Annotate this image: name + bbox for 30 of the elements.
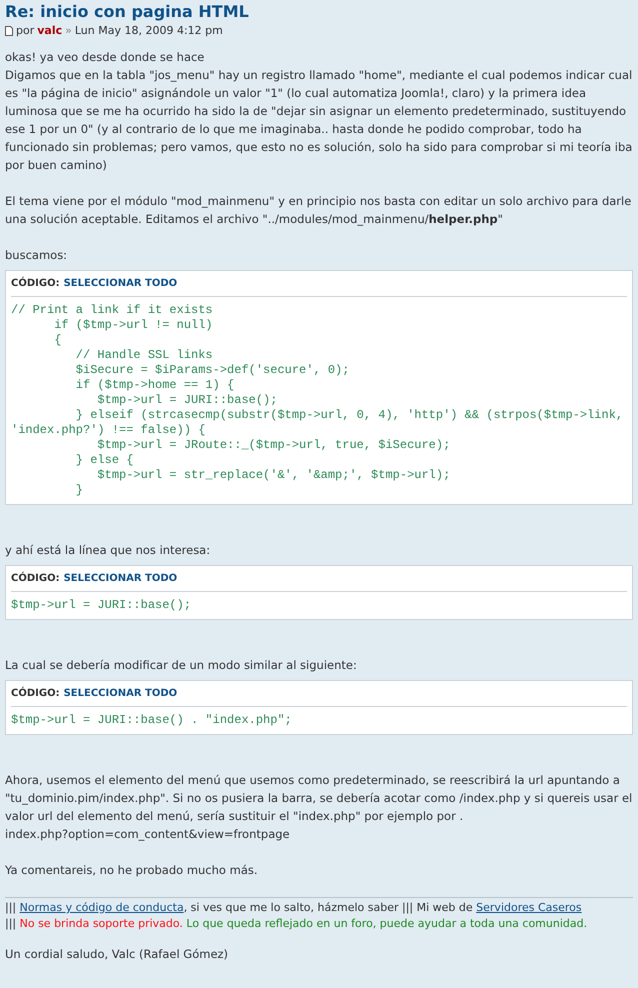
post-paragraph: Ya comentareis, no he probado mucho más. bbox=[5, 862, 259, 879]
signature-text: , si ves que me lo salto, házmelo saber ||| Mi web de bbox=[184, 901, 474, 914]
document-icon bbox=[5, 26, 13, 36]
select-all-link[interactable]: SELECCIONAR TODO bbox=[64, 570, 178, 588]
post-title[interactable]: Re: inicio con pagina HTML bbox=[5, 2, 633, 22]
author-link[interactable]: valc bbox=[37, 23, 62, 39]
signature-text: ||| bbox=[5, 917, 18, 930]
post-paragraph: La cual se debería modificar de un modo similar al siguiente: bbox=[5, 657, 358, 674]
closing-text: Un cordial saludo, Valc (Rafael Gómez) bbox=[5, 946, 230, 962]
code-label: CÓDIGO: bbox=[11, 276, 60, 291]
code-label: CÓDIGO: bbox=[11, 570, 60, 586]
post-paragraph: Ahora, usemos el elemento del menú que usemos como predeterminado, se reescribirá la url apuntando a "tu_dominio.pim/index.php". Si no os pusiera la barra, se debería acotar como /index.php y si quereis usar el valor url del elemento del menú, sería sustituir el "index.php" por ejemplo por . index.php?option=com_content&view=frontpage bbox=[5, 772, 633, 843]
post-paragraph: y ahí está la línea que nos interesa: bbox=[5, 542, 212, 559]
code-text: $tmp->url = JURI::base(); bbox=[11, 598, 192, 613]
note-text: Lo que queda reflejado en un foro, puede ayudar a toda una comunidad. bbox=[185, 917, 588, 930]
post-date: Lun May 18, 2009 4:12 pm bbox=[74, 23, 223, 39]
warning-text: No se brinda soporte privado. bbox=[20, 917, 183, 930]
post-paragraph: El tema viene por el módulo "mod_mainmenu" y en principio nos basta con editar un solo archivo para darle una solución aceptable. Editamos el archivo "../modules/mod_mainmenu/helper.php" bbox=[5, 193, 632, 228]
signature-link[interactable]: Servidores Caseros bbox=[476, 901, 582, 914]
post-paragraph: buscamos: bbox=[5, 247, 68, 264]
post-paragraph: okas! ya veo desde donde se hace Digamos que en la tabla "jos_menu" hay un registro llamado "home", mediante el cual podemos indicar cual es "la página de inicio" asignándole un valor "1" (lo cual automatiza Joomla!, claro) y la primera idea luminosa que se me ha ocurrido ha sido la de "dejar sin asignar un elemento predeterminado, sustituyendo ese 1 por un 0" (y al contrario de lo que me imaginaba.. hasta donde he podido comprobar, todo ha funcionado sin problemas; pero vamos, que esto no es solución, solo ha sido para comprobar si mi teoría iba por buen camino) bbox=[5, 49, 633, 174]
separator-text: » bbox=[65, 23, 72, 39]
code-text: // Print a link if it exists if ($tmp->url != null) { // Handle SSL links $iSecure = $iParams->def('secure', 0); if ($tmp->home == 1) { $tmp->url = JURI::base(); } elseif (strcasecmp(substr($tmp->url, 0, 4), 'http') && (strpos($tmp->link, 'index.php?') !== false)) { $tmp->url = JRoute::_($tmp->url, true, $iSecure); } else { $tmp->url = str_replace('&', '&amp;', $tmp->url); } bbox=[11, 303, 624, 498]
signature-link[interactable]: Normas y código de conducta bbox=[20, 901, 184, 914]
code-text: $tmp->url = JURI::base() . "index.php"; bbox=[11, 713, 293, 728]
signature-text: ||| bbox=[5, 901, 18, 914]
select-all-link[interactable]: SELECCIONAR TODO bbox=[64, 685, 178, 703]
select-all-link[interactable]: SELECCIONAR TODO bbox=[64, 275, 178, 293]
author-prefix: por bbox=[16, 23, 34, 39]
code-label: CÓDIGO: bbox=[11, 686, 60, 701]
